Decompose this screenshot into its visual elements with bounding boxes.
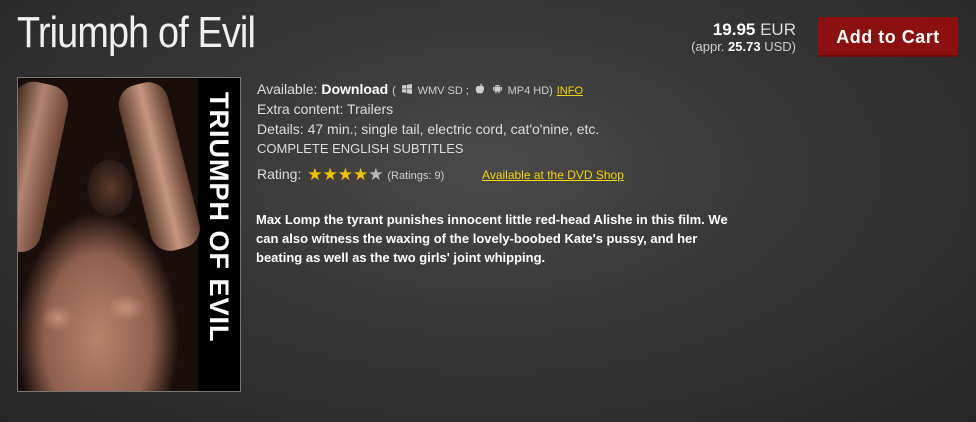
info-link[interactable]: INFO xyxy=(557,85,583,97)
dvd-shop-link[interactable]: Available at the DVD Shop xyxy=(482,168,624,182)
availability-row: Available: Download ( WMV SD ; MP4 HD) I… xyxy=(257,79,624,99)
star-icon[interactable]: ★ xyxy=(307,166,322,184)
price-currency: EUR xyxy=(760,20,796,39)
ratings-count: (Ratings: 9) xyxy=(387,170,445,182)
format-wmv: WMV SD ; xyxy=(417,85,469,97)
extra-content-row: Extra content: Trailers xyxy=(257,99,624,119)
price-approx-prefix: (appr. xyxy=(691,39,725,54)
details-value: 47 min.; single tail, electric cord, cat… xyxy=(307,121,600,137)
price-amount: 19.95 xyxy=(712,20,756,39)
extra-label: Extra content: xyxy=(257,101,344,117)
star-icon[interactable]: ★ xyxy=(323,166,338,184)
product-title: Triumph of Evil xyxy=(17,8,256,57)
product-description: Max Lomp the tyrant punishes innocent li… xyxy=(256,212,728,265)
details-row: Details: 47 min.; single tail, electric … xyxy=(257,119,624,139)
product-poster[interactable]: TRIUMPH OF EVIL xyxy=(17,77,241,392)
android-icon xyxy=(492,81,502,101)
price-approx-suffix: USD) xyxy=(764,39,796,54)
add-to-cart-button[interactable]: Add to Cart xyxy=(818,17,958,57)
subtitles-row: COMPLETE ENGLISH SUBTITLES xyxy=(257,139,624,159)
price-main: 19.95 EUR xyxy=(691,20,796,39)
price-box: 19.95 EUR (appr. 25.73 USD) xyxy=(691,20,796,55)
available-label: Available: xyxy=(257,81,318,97)
rating-label: Rating: xyxy=(257,166,302,182)
details-label: Details: xyxy=(257,121,304,137)
price-approx-amount: 25.73 xyxy=(728,39,761,54)
subtitles-text: COMPLETE ENGLISH SUBTITLES xyxy=(257,141,464,156)
apple-icon xyxy=(475,81,485,101)
extra-value: Trailers xyxy=(347,101,394,117)
rating-row: Rating: ★★★★★ (Ratings: 9) Available at … xyxy=(257,164,624,184)
price-approx: (appr. 25.73 USD) xyxy=(691,39,796,55)
poster-vertical-title: TRIUMPH OF EVIL xyxy=(204,92,234,343)
star-icon[interactable]: ★ xyxy=(368,166,383,184)
available-value: Download xyxy=(321,81,389,97)
rating-stars[interactable]: ★★★★★ xyxy=(307,165,383,185)
format-mp4: MP4 HD) xyxy=(507,85,553,97)
star-icon[interactable]: ★ xyxy=(338,166,353,184)
windows-icon xyxy=(401,81,412,101)
product-info: Available: Download ( WMV SD ; MP4 HD) I… xyxy=(257,79,624,184)
formats-open: ( xyxy=(392,85,396,97)
star-icon[interactable]: ★ xyxy=(353,166,368,184)
